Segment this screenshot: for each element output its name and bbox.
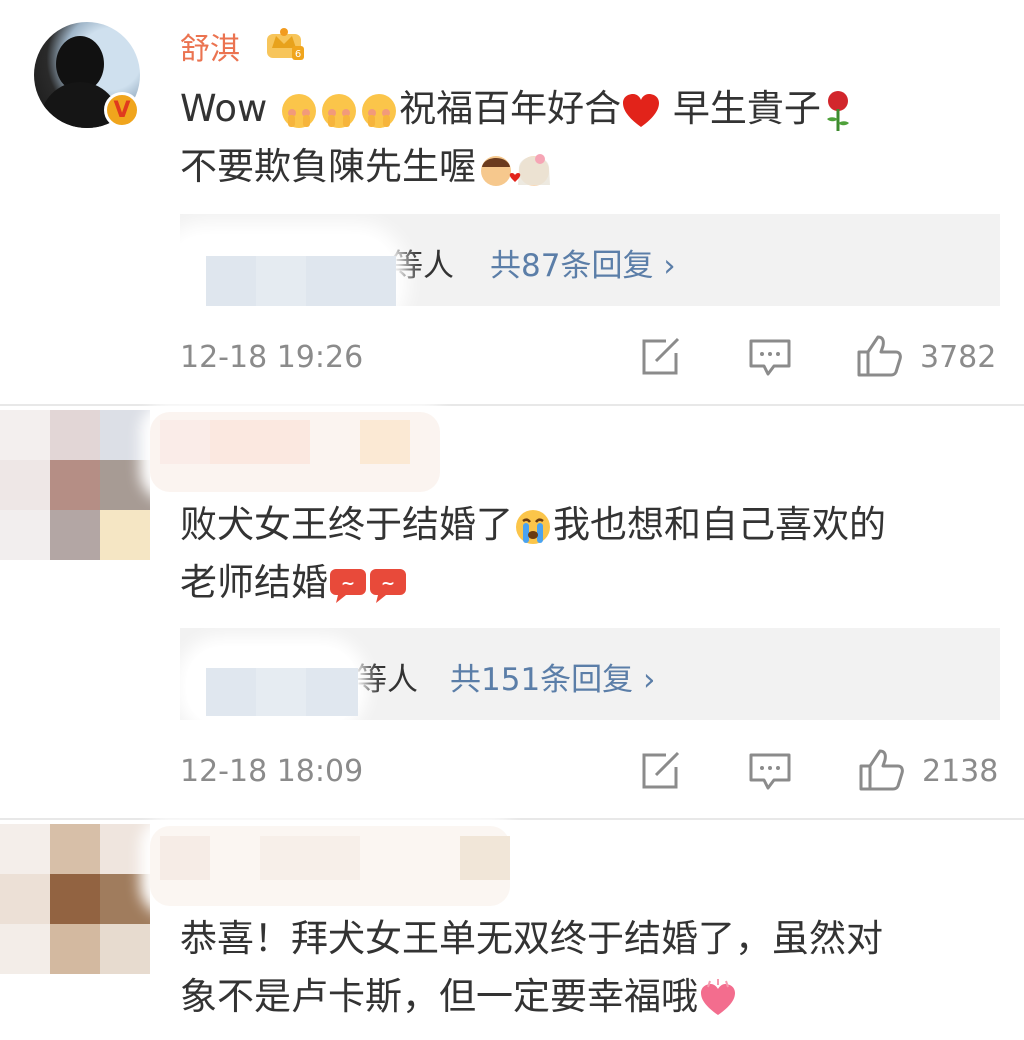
comment-timestamp: 12-18 19:26 (180, 340, 364, 375)
comment-text: Wow 祝福百年好合 早生貴子 不要欺負陳先生喔 (180, 80, 1010, 196)
blurred-replier-names (186, 646, 358, 726)
couple-emoji-icon (481, 153, 550, 186)
like-count: 3782 (920, 340, 997, 375)
like-count: 2138 (922, 754, 999, 789)
blurred-username (150, 826, 510, 906)
shy-face-emoji-icon (362, 93, 397, 128)
comment-text: 败犬女王终于结婚了 我也想和自己喜欢的 老师结婚 ~ ~ (180, 503, 886, 604)
comment-text: 恭喜！拜犬女王单无双终于结婚了，虽然对 象不是卢卡斯，但一定要幸福哦 (180, 917, 883, 1018)
blurred-replier-names (166, 234, 396, 324)
comment-item: 败犬女王终于结婚了 我也想和自己喜欢的 老师结婚 ~ ~ 等人 共151条回复 › 1… (0, 406, 1024, 818)
blurred-username (150, 412, 440, 492)
red-heart-icon (623, 93, 660, 127)
view-replies-link[interactable]: 共151条回复 › (450, 654, 655, 699)
svg-text:~: ~ (341, 574, 355, 594)
pink-hearts-icon (701, 978, 735, 1015)
comment-timestamp: 12-18 18:09 (180, 754, 364, 789)
sob-sticker-icon: ~ (370, 568, 406, 603)
shy-face-emoji-icon (282, 93, 317, 128)
crying-face-icon (516, 509, 550, 544)
view-replies-link[interactable]: 共87条回复 › (490, 240, 676, 285)
like-icon[interactable] (856, 334, 904, 378)
rose-icon (826, 90, 849, 131)
avatar[interactable] (0, 824, 150, 984)
username[interactable]: 舒淇 (180, 24, 240, 68)
svg-text:6: 6 (295, 49, 301, 60)
verified-badge-icon: V (104, 92, 140, 128)
like-icon[interactable] (858, 748, 906, 792)
share-icon[interactable] (640, 751, 682, 791)
comment-item: 恭喜！拜犬女王单无双终于结婚了，虽然对 象不是卢卡斯，但一定要幸福哦 (0, 820, 1024, 1040)
shy-face-emoji-icon (322, 93, 357, 128)
svg-text:~: ~ (381, 574, 395, 594)
comment-icon[interactable] (748, 338, 792, 378)
avatar[interactable] (0, 410, 150, 570)
comment-icon[interactable] (748, 752, 792, 792)
comment-item: V 舒淇 6 Wow 祝福百年好合 早生貴子 不要欺負陳先生喔 等人 共87条回… (0, 0, 1024, 404)
crown-vip-icon: 6 (267, 28, 304, 60)
share-icon[interactable] (640, 337, 682, 377)
sob-sticker-icon: ~ (330, 568, 366, 603)
